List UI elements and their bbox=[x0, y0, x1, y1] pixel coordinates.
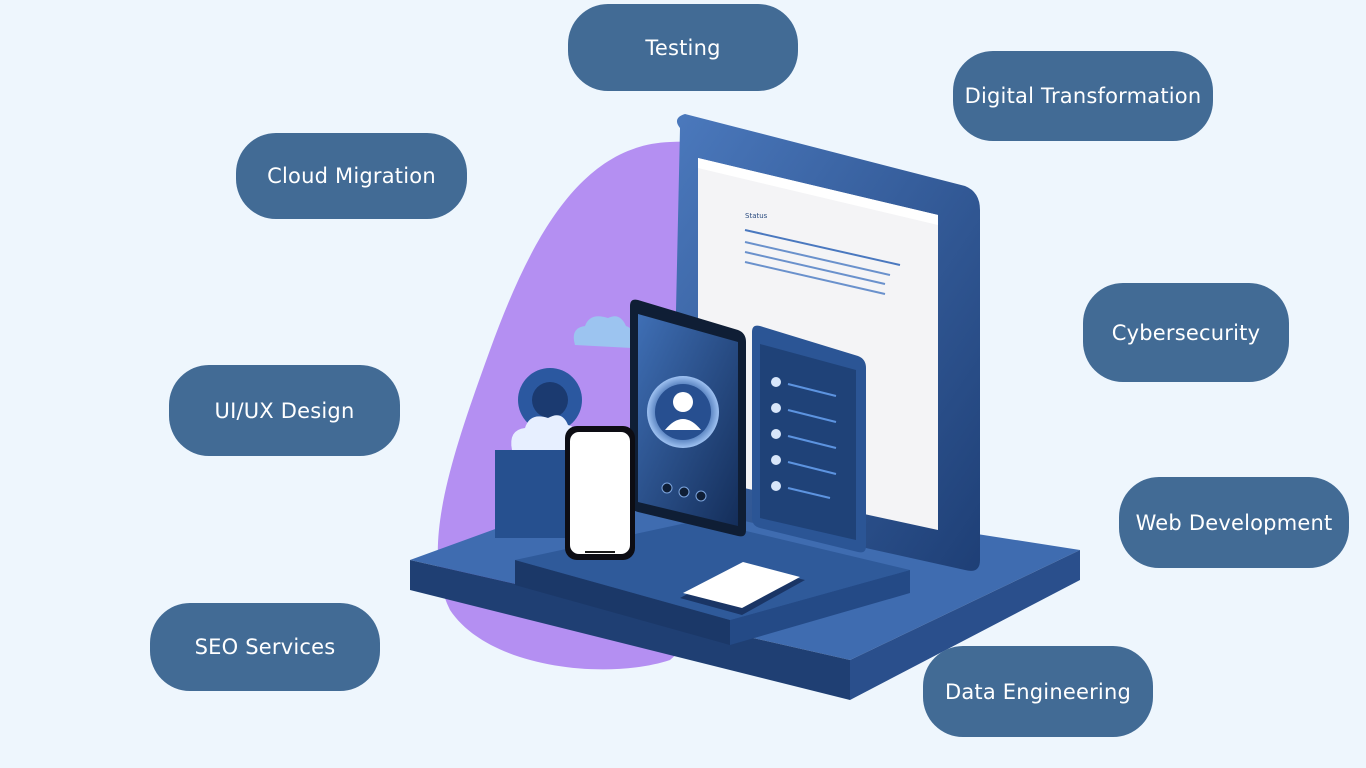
service-pill-seo-services[interactable]: SEO Services bbox=[150, 603, 380, 691]
phone bbox=[565, 426, 635, 560]
list-panel bbox=[752, 325, 866, 553]
service-pill-digital-transformation[interactable]: Digital Transformation bbox=[953, 51, 1213, 141]
devices-illustration: Status bbox=[410, 114, 1080, 700]
screen-heading: Status bbox=[745, 212, 768, 220]
service-pill-data-engineering[interactable]: Data Engineering bbox=[923, 646, 1153, 737]
service-pill-cybersecurity[interactable]: Cybersecurity bbox=[1083, 283, 1289, 382]
tablet bbox=[630, 299, 746, 537]
service-pill-web-development[interactable]: Web Development bbox=[1119, 477, 1349, 568]
service-pill-testing[interactable]: Testing bbox=[568, 4, 798, 91]
service-pill-cloud-migration[interactable]: Cloud Migration bbox=[236, 133, 467, 219]
service-pill-ui-ux-design[interactable]: UI/UX Design bbox=[169, 365, 400, 456]
